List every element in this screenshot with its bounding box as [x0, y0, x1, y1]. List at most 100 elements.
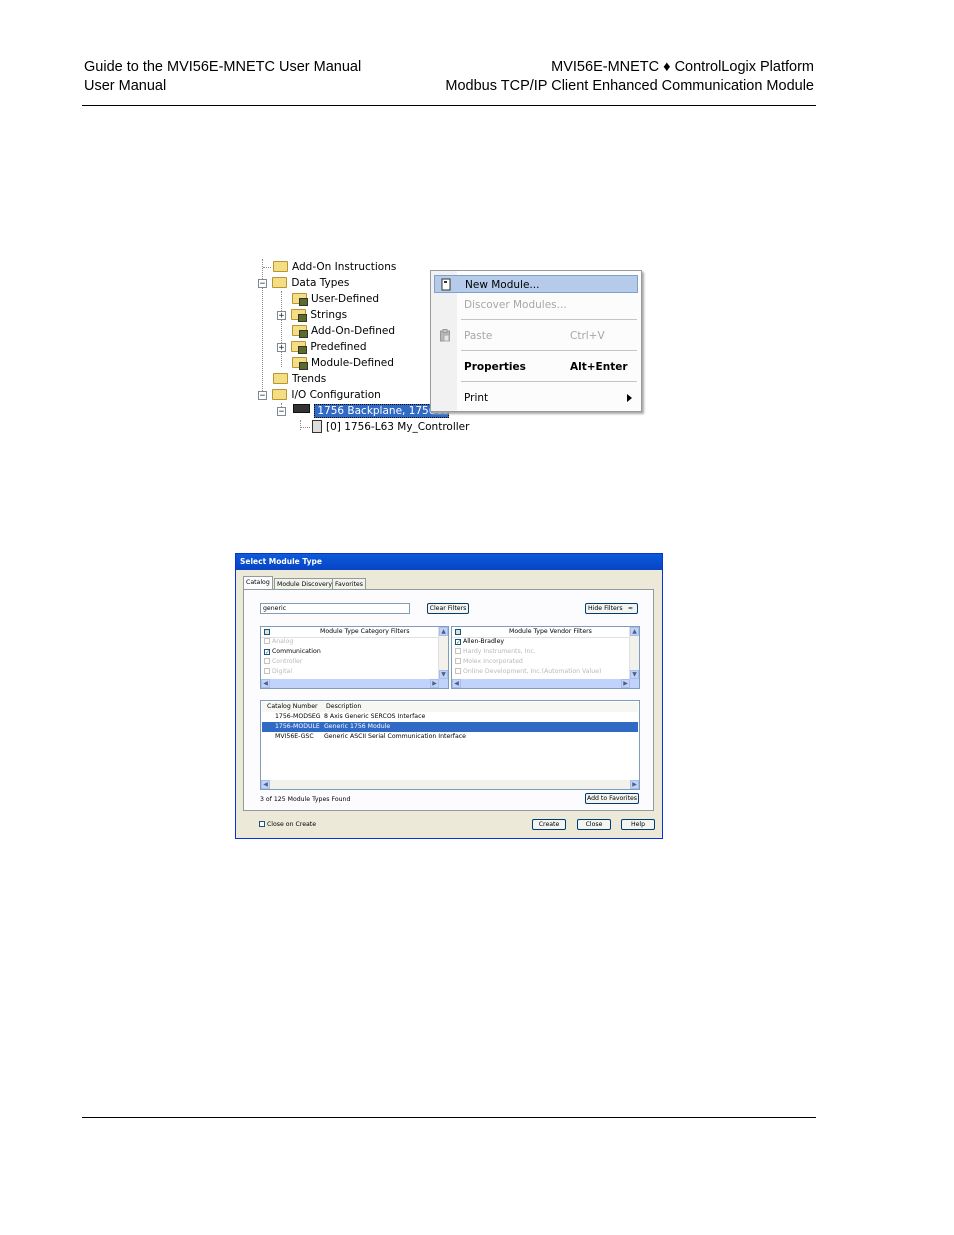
tree-item-backplane[interactable]: − 1756 Backplane, 1756-A	[277, 403, 450, 419]
list-item[interactable]: Hardy Instruments, Inc.	[455, 647, 627, 657]
hide-filters-button[interactable]: Hide Filters ≈	[585, 603, 638, 614]
tree-item-add-on-instructions[interactable]: Add-On Instructions	[263, 259, 396, 275]
col-description[interactable]: Description	[326, 702, 361, 712]
context-menu: New Module... Discover Modules... Paste …	[430, 270, 642, 412]
list-item[interactable]: Analog	[264, 637, 436, 647]
scroll-right-icon: ▶	[630, 780, 639, 789]
vendor-filter-list: Module Type Vendor Filters ✓ Allen-Bradl…	[451, 626, 640, 689]
menu-item-print[interactable]: Print	[434, 389, 638, 407]
search-input[interactable]: generic	[260, 603, 410, 614]
horizontal-scrollbar[interactable]: ◀ ▶	[261, 780, 639, 789]
tree-item-trends[interactable]: Trends	[263, 371, 326, 387]
folder-open-icon	[272, 389, 288, 400]
table-header: Catalog Number Description	[262, 702, 638, 712]
horizontal-scrollbar[interactable]: ◀ ▶	[452, 679, 639, 688]
datatype-folder-icon	[291, 309, 308, 322]
check-icon: ✓	[264, 649, 271, 656]
chassis-icon	[293, 404, 311, 413]
modules-found-count: 3 of 125 Module Types Found	[260, 796, 351, 803]
list-item[interactable]: ✓ Communication	[264, 647, 436, 657]
close-on-create-checkbox[interactable]	[259, 821, 265, 827]
close-on-create-option[interactable]: Close on Create	[259, 820, 316, 829]
tree-item-io-configuration[interactable]: − I/O Configuration	[258, 387, 381, 403]
submenu-arrow-icon	[627, 394, 632, 402]
scroll-down-icon: ▼	[630, 670, 639, 679]
expand-icon[interactable]: +	[277, 343, 286, 353]
col-catalog-number[interactable]: Catalog Number	[267, 702, 318, 712]
tab-catalog[interactable]: Catalog	[243, 576, 273, 589]
close-on-create-label: Close on Create	[266, 821, 317, 828]
list-item[interactable]: Digital	[264, 667, 436, 677]
hide-filters-label: Hide Filters	[588, 605, 623, 612]
table-row[interactable]: MVI56E-GSC Generic ASCII Serial Communic…	[262, 732, 638, 742]
select-module-type-dialog: Select Module Type Catalog Module Discov…	[235, 553, 663, 839]
module-table: Catalog Number Description 1756-MODSEG 8…	[260, 700, 640, 790]
tab-module-discovery[interactable]: Module Discovery	[274, 578, 336, 589]
close-button[interactable]: Close	[577, 819, 611, 830]
datatype-folder-icon	[292, 357, 308, 370]
menu-item-new-module[interactable]: New Module...	[434, 275, 638, 293]
paste-icon	[440, 329, 450, 342]
check-icon: ✓	[455, 639, 462, 646]
folder-icon	[273, 373, 288, 384]
list-item[interactable]: Online Development, Inc.(Automation Valu…	[455, 667, 627, 677]
scroll-up-icon: ▲	[630, 627, 639, 636]
help-button[interactable]: Help	[621, 819, 655, 830]
footer-rule	[82, 1117, 816, 1118]
clear-filters-button[interactable]: Clear Filters	[427, 603, 469, 614]
collapse-icon[interactable]: −	[258, 279, 267, 289]
vertical-scrollbar[interactable]: ▲ ▼	[629, 627, 639, 679]
scroll-right-icon: ▶	[430, 679, 439, 688]
category-filter-list: Module Type Category Filters Analog ✓ Co…	[260, 626, 449, 689]
tree-item-predefined[interactable]: + Predefined	[277, 339, 367, 355]
collapse-icon[interactable]: −	[277, 407, 286, 417]
horizontal-scrollbar[interactable]: ◀ ▶	[261, 679, 448, 688]
collapse-icon[interactable]: −	[258, 391, 267, 401]
menu-item-discover-modules[interactable]: Discover Modules...	[434, 296, 638, 314]
select-all-checkbox[interactable]	[264, 629, 270, 635]
header-doc-title: Guide to the MVI56E-MNETC User Manual	[84, 59, 362, 75]
vendor-header: Module Type Vendor Filters	[509, 628, 592, 635]
tab-favorites[interactable]: Favorites	[332, 578, 366, 589]
folder-icon	[273, 261, 288, 272]
scroll-left-icon: ◀	[261, 679, 270, 688]
scroll-left-icon: ◀	[452, 679, 461, 688]
header-product-desc: Modbus TCP/IP Client Enhanced Communicat…	[445, 78, 814, 94]
datatype-folder-icon	[291, 341, 308, 354]
datatype-folder-icon	[292, 325, 308, 338]
header-doc-subtitle: User Manual	[84, 78, 167, 94]
tree-item-add-on-defined[interactable]: Add-On-Defined	[282, 323, 395, 339]
table-row-selected[interactable]: 1756-MODULE Generic 1756 Module	[262, 722, 638, 732]
menu-item-properties[interactable]: Properties Alt+Enter	[434, 358, 638, 376]
header-left: Guide to the MVI56E-MNETC User Manual Us…	[84, 58, 361, 96]
dialog-title: Select Module Type	[236, 554, 662, 570]
controller-module-icon	[312, 420, 322, 433]
create-button[interactable]: Create	[532, 819, 566, 830]
new-module-icon	[441, 278, 451, 291]
select-all-checkbox[interactable]	[455, 629, 461, 635]
scroll-up-icon: ▲	[439, 627, 448, 636]
tree-item-data-types[interactable]: − Data Types	[258, 275, 349, 291]
vertical-scrollbar[interactable]: ▲ ▼	[438, 627, 448, 679]
header-rule	[82, 105, 816, 106]
collapse-chevron-icon: ≈	[627, 605, 633, 612]
folder-open-icon	[272, 277, 288, 288]
scroll-left-icon: ◀	[261, 780, 270, 789]
header-right: MVI56E-MNETC ♦ ControlLogix Platform Mod…	[445, 58, 814, 96]
scroll-right-icon: ▶	[621, 679, 630, 688]
table-row[interactable]: 1756-MODSEG 8 Axis Generic SERCOS Interf…	[262, 712, 638, 722]
menu-item-paste[interactable]: Paste Ctrl+V	[434, 327, 638, 345]
category-header: Module Type Category Filters	[320, 628, 410, 635]
header-product: MVI56E-MNETC ♦ ControlLogix Platform	[551, 59, 814, 75]
list-item[interactable]: Molex Incorporated	[455, 657, 627, 667]
expand-icon[interactable]: +	[277, 311, 286, 321]
datatype-folder-icon	[292, 293, 308, 306]
tree-item-user-defined[interactable]: User-Defined	[282, 291, 379, 307]
scroll-down-icon: ▼	[439, 670, 448, 679]
list-item[interactable]: Controller	[264, 657, 436, 667]
add-to-favorites-button[interactable]: Add to Favorites	[585, 793, 639, 804]
tree-item-strings[interactable]: + Strings	[277, 307, 347, 323]
tree-item-module-defined[interactable]: Module-Defined	[282, 355, 394, 371]
tree-item-controller[interactable]: [0] 1756-L63 My_Controller	[300, 419, 469, 435]
list-item[interactable]: ✓ Allen-Bradley	[455, 637, 627, 647]
